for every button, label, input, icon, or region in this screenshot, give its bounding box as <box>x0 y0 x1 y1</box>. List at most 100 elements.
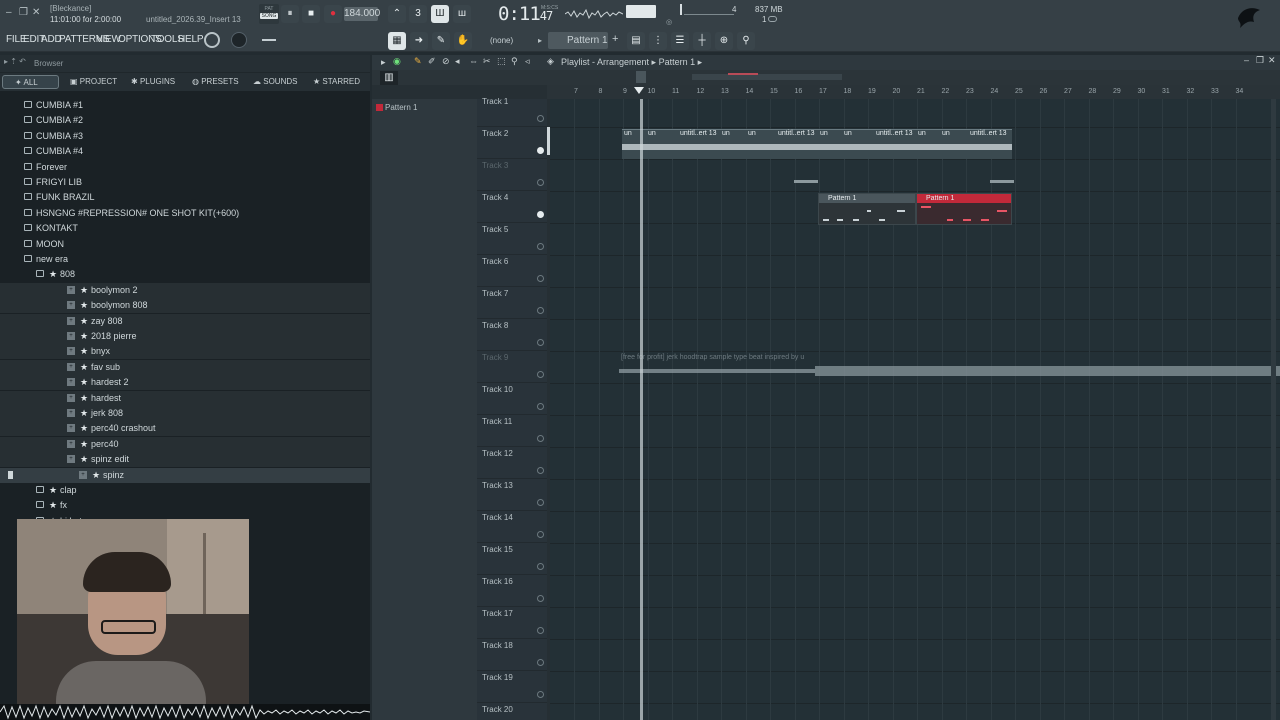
tree-item[interactable]: MOON <box>0 237 370 252</box>
track-header[interactable]: Track 9 <box>477 351 547 383</box>
track-header[interactable]: Track 10 <box>477 383 547 415</box>
track-header[interactable]: Track 17 <box>477 607 547 639</box>
track-mute-icon[interactable] <box>537 275 544 282</box>
tree-item[interactable]: ★ fx <box>0 498 370 513</box>
expand-icon[interactable]: + <box>67 393 75 402</box>
tab-presets[interactable]: ◍ PRESETS <box>192 75 239 89</box>
channel-rack-bars-icon[interactable]: ┼ <box>693 32 711 50</box>
arrangement-icon[interactable]: ◈ <box>547 56 554 67</box>
expand-icon[interactable]: + <box>67 409 75 417</box>
expand-icon[interactable]: + <box>67 285 75 294</box>
expand-icon[interactable]: + <box>67 424 75 433</box>
track-mute-icon[interactable] <box>537 627 544 634</box>
track-mute-icon[interactable] <box>537 435 544 442</box>
playlist-vertical-scrollbar[interactable] <box>1271 99 1276 720</box>
brush-icon[interactable]: ✎ <box>432 32 450 50</box>
pattern-selector[interactable]: Pattern 1 <box>548 32 608 49</box>
paint-tool-icon[interactable]: ✐ <box>428 56 436 67</box>
browser-menu-icon[interactable]: ▸ ⇡ ↶ <box>4 57 26 66</box>
track-header[interactable]: Track 11 <box>477 415 547 447</box>
blend-notes-icon[interactable]: ш <box>453 5 471 23</box>
restore-icon[interactable]: ❐ <box>19 7 28 18</box>
record-button[interactable]: ● <box>324 5 342 23</box>
close-icon[interactable]: ✕ <box>32 7 40 18</box>
tools-icon[interactable]: ⚲ <box>737 32 755 50</box>
draw-tool-icon[interactable]: ✎ <box>414 56 422 67</box>
tree-item[interactable]: CUMBIA #2 <box>0 113 370 128</box>
track-mute-icon[interactable] <box>537 115 544 122</box>
snap-select[interactable]: (none) <box>478 33 534 48</box>
pattern-clip-track-4b[interactable]: Pattern 1 <box>916 193 1012 225</box>
tree-item[interactable]: + ★ bnyx <box>0 344 370 360</box>
track-header[interactable]: Track 3 <box>477 159 547 191</box>
channel-rack-icon[interactable]: ⋮ <box>649 32 667 50</box>
track-mute-icon[interactable] <box>537 691 544 698</box>
track-mute-icon[interactable] <box>537 467 544 474</box>
expand-icon[interactable]: + <box>67 301 75 310</box>
track-mute-icon[interactable] <box>537 339 544 346</box>
expand-icon[interactable]: + <box>67 378 75 387</box>
tree-item[interactable]: + ★ hardest <box>0 390 370 406</box>
track-header[interactable]: Track 16 <box>477 575 547 607</box>
delete-tool-icon[interactable]: ⊘ <box>442 56 450 67</box>
playlist-breadcrumb[interactable]: Pattern 1 <box>659 57 696 67</box>
playlist-icon[interactable]: ▤ <box>627 32 645 50</box>
tree-item[interactable]: FRIGYI LIB <box>0 175 370 190</box>
tree-item[interactable]: Forever <box>0 160 370 175</box>
tree-item[interactable]: + ★ perc40 <box>0 436 370 452</box>
playback-tool-icon[interactable]: ◃ <box>525 56 530 67</box>
timeline-ruler[interactable]: 7 8 9 10 11 12 13 14 15 16 17 18 19 20 21 22 23 24 25 26 27 2… <box>547 85 1280 99</box>
audio-clip-track-3b[interactable] <box>990 180 1014 183</box>
track-header[interactable]: Track 15 <box>477 543 547 575</box>
track-mute-icon[interactable] <box>537 499 544 506</box>
playlist-menu-icon[interactable]: ▸ <box>381 57 386 68</box>
tree-item[interactable]: new era <box>0 252 370 267</box>
audio-clip-track-3a[interactable] <box>794 180 818 183</box>
playlist-minimize-icon[interactable]: – <box>1244 55 1249 65</box>
expand-icon[interactable]: + <box>67 332 75 340</box>
track-header[interactable]: Track 5 <box>477 223 547 255</box>
track-header[interactable]: Track 14 <box>477 511 547 543</box>
track-header[interactable]: Track 20 <box>477 703 547 720</box>
track-header[interactable]: Track 19 <box>477 671 547 703</box>
tree-item[interactable]: ★ clap <box>0 483 370 498</box>
tree-item[interactable]: ★ 808 <box>0 267 370 282</box>
track-header[interactable]: Track 12 <box>477 447 547 479</box>
track-header[interactable]: Track 7 <box>477 287 547 319</box>
track-header[interactable]: Track 1 <box>477 95 547 127</box>
expand-icon[interactable]: + <box>67 455 75 464</box>
tree-item[interactable]: CUMBIA #3 <box>0 129 370 144</box>
playlist-scroll-thumb[interactable] <box>636 71 646 83</box>
tab-starred[interactable]: ★ STARRED <box>313 75 360 89</box>
track-header[interactable]: Track 4 <box>477 191 547 223</box>
track-header[interactable]: Track 18 <box>477 639 547 671</box>
tree-item[interactable]: + ★ boolymon 808 <box>0 298 370 314</box>
snap-icon[interactable]: ◉ <box>393 56 401 67</box>
tree-item[interactable]: + ★ spinz edit <box>0 452 370 468</box>
tab-all[interactable]: ✦ ALL <box>2 75 59 89</box>
sample-clip-track-9[interactable]: [free for profit] jerk hoodtrap sample t… <box>619 352 1280 382</box>
expand-icon[interactable]: + <box>67 347 75 356</box>
mixer-icon[interactable]: ☰ <box>671 32 689 50</box>
track-header[interactable]: Track 2 <box>477 127 547 159</box>
menu-help[interactable]: HELP <box>178 34 204 45</box>
minimize-icon[interactable]: – <box>6 7 12 18</box>
track-mute-icon[interactable] <box>537 595 544 602</box>
playlist-grid[interactable]: un un untitl..ert 13 un un untitl..ert 1… <box>550 99 1280 720</box>
master-volume-knob[interactable] <box>204 32 220 48</box>
pat-song-toggle[interactable]: PAT SONG <box>259 4 279 24</box>
expand-icon[interactable]: + <box>67 316 75 325</box>
tree-item[interactable]: + ★ hardest 2 <box>0 375 370 391</box>
zoom-tool-icon[interactable]: ⚲ <box>511 56 518 67</box>
playhead[interactable] <box>640 99 643 720</box>
track-mute-icon[interactable] <box>537 403 544 410</box>
tab-plugins[interactable]: ✱ PLUGINS <box>131 75 175 89</box>
expand-icon[interactable]: + <box>79 470 87 479</box>
tree-item[interactable]: + ★ zay 808 <box>0 313 370 329</box>
tree-item[interactable]: + ★ jerk 808 <box>0 406 370 421</box>
select-tool-icon[interactable]: ⬚ <box>497 56 506 67</box>
plugin-database-icon[interactable]: ⊕ <box>715 32 733 50</box>
stop-button[interactable]: ■ <box>302 5 320 23</box>
tree-item[interactable]: KONTAKT <box>0 221 370 236</box>
tree-item[interactable]: + ★ 2018 pierre <box>0 329 370 344</box>
